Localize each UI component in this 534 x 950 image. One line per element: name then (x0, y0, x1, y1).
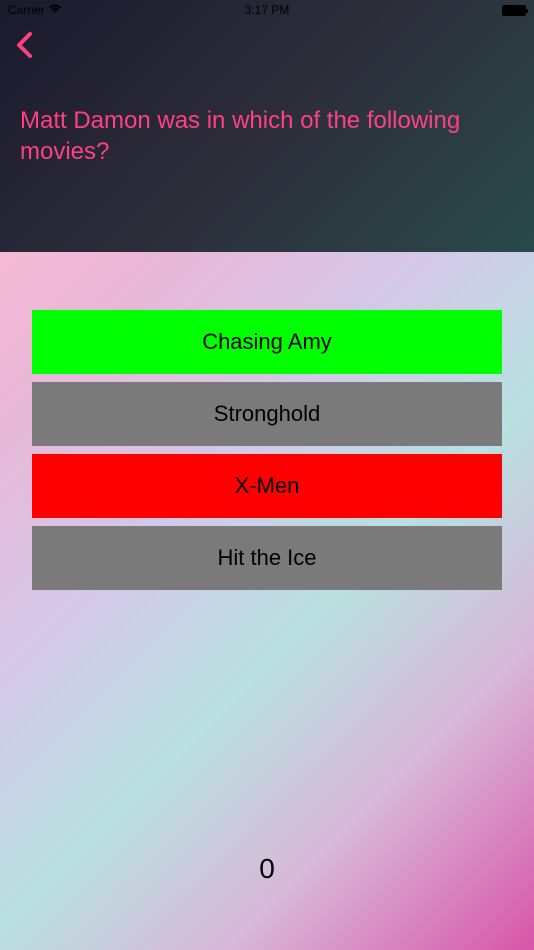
status-time: 3:17 PM (245, 3, 290, 17)
answer-label: Chasing Amy (202, 329, 332, 355)
answer-option-1[interactable]: Stronghold (32, 382, 502, 446)
status-bar: Carrier 3:17 PM (0, 0, 534, 20)
chevron-left-icon (15, 30, 35, 60)
status-left: Carrier (8, 3, 62, 17)
answer-label: Hit the Ice (217, 545, 316, 571)
status-right (502, 5, 526, 16)
answer-label: Stronghold (214, 401, 320, 427)
carrier-label: Carrier (8, 3, 45, 17)
header-section: Matt Damon was in which of the following… (0, 0, 534, 252)
back-button[interactable] (15, 30, 45, 60)
wifi-icon (48, 3, 62, 17)
answer-option-2[interactable]: X-Men (32, 454, 502, 518)
answer-option-0[interactable]: Chasing Amy (32, 310, 502, 374)
content-section: Chasing Amy Stronghold X-Men Hit the Ice… (0, 252, 534, 950)
answer-option-3[interactable]: Hit the Ice (32, 526, 502, 590)
battery-icon (502, 5, 526, 16)
answer-label: X-Men (235, 473, 300, 499)
question-text: Matt Damon was in which of the following… (0, 30, 534, 167)
score-display: 0 (259, 853, 275, 885)
